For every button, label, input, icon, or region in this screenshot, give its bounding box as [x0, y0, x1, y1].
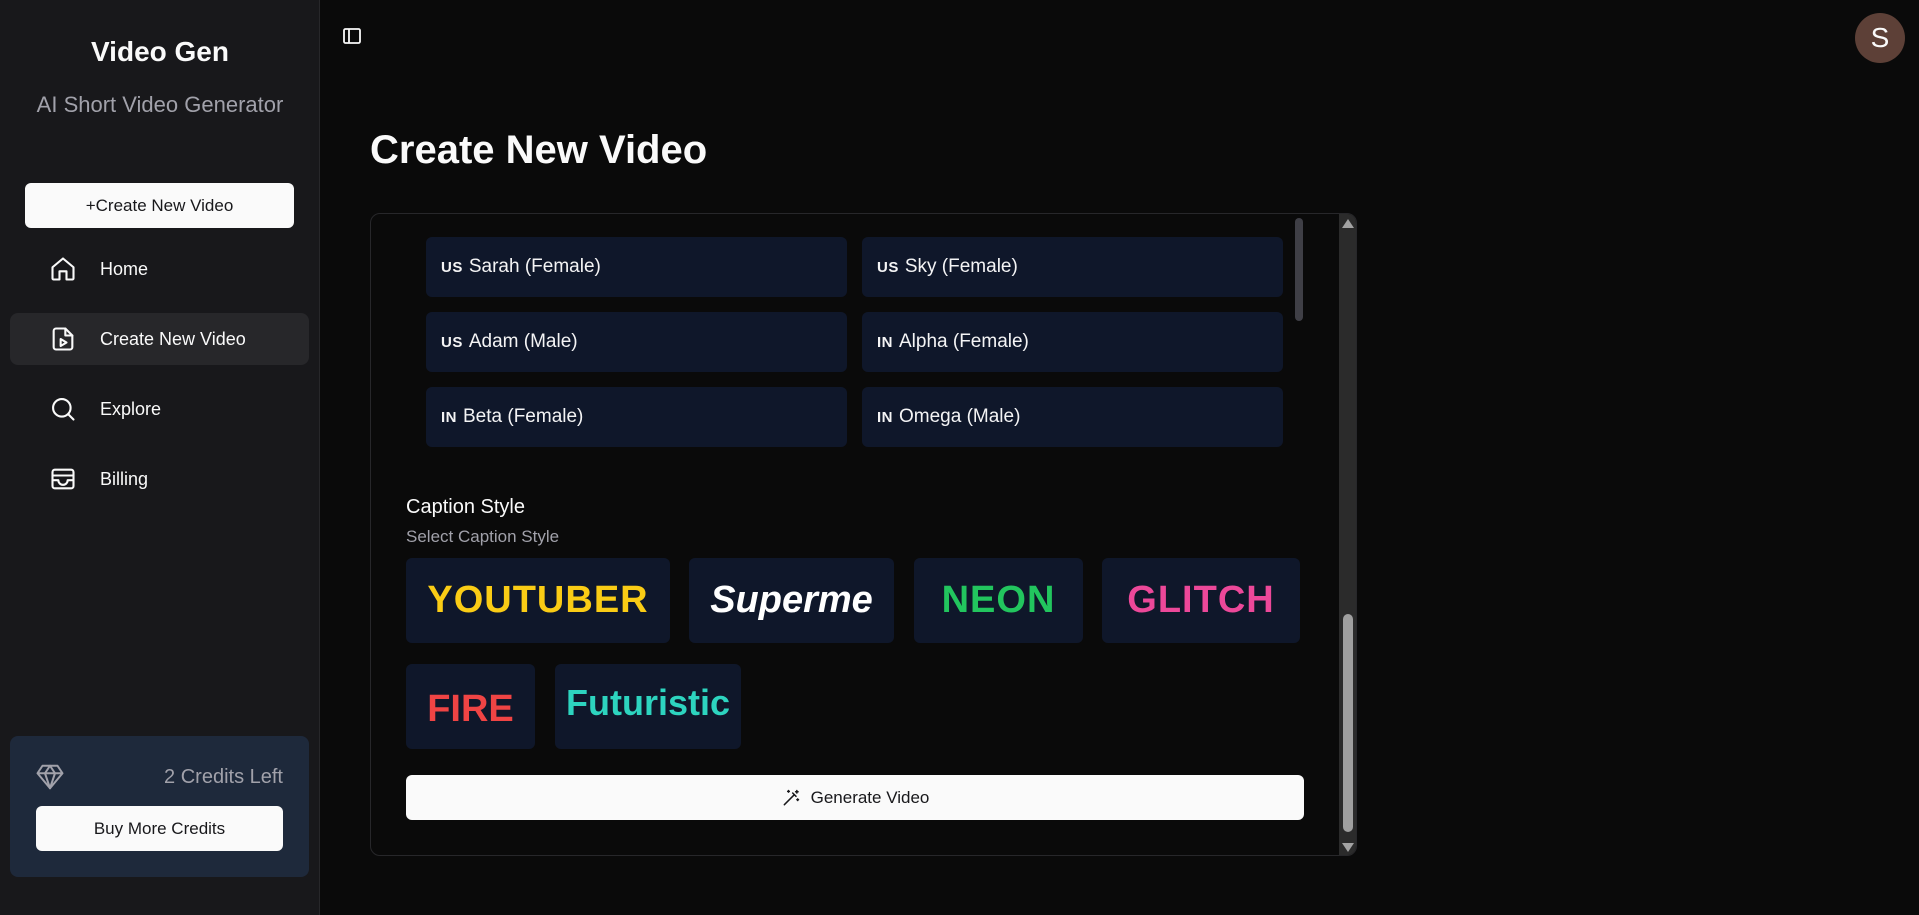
- avatar[interactable]: S: [1855, 13, 1905, 63]
- brand-subtitle: AI Short Video Generator: [36, 92, 284, 117]
- voice-label: Sarah (Female): [468, 256, 601, 277]
- voice-option[interactable]: IN Alpha (Female): [862, 312, 1283, 372]
- voice-label: Adam (Male): [468, 331, 578, 352]
- voice-label: Sky (Female): [904, 256, 1018, 277]
- gem-icon: [35, 762, 65, 792]
- generate-video-label: Generate Video: [810, 787, 930, 807]
- sidebar-nav: Home Create New Video Explore Billing: [10, 243, 309, 523]
- caption-style-fire[interactable]: FIRE: [406, 664, 535, 749]
- create-video-form: US Sarah (Female) US Sky (Female) US Ada…: [370, 213, 1357, 856]
- magic-wand-icon: [783, 789, 799, 805]
- voice-option[interactable]: IN Omega (Male): [862, 387, 1283, 447]
- buy-more-credits-button[interactable]: Buy More Credits: [36, 806, 283, 851]
- caption-style-title: Caption Style: [406, 496, 525, 518]
- sidebar-item-label: Home: [100, 258, 149, 279]
- file-video-icon: [48, 324, 78, 354]
- scrollbar-thumb[interactable]: [1343, 614, 1353, 832]
- credits-left-text: 2 Credits Left: [164, 766, 283, 788]
- caption-style-superme[interactable]: Superme: [689, 558, 894, 643]
- caption-style-subtitle: Select Caption Style: [406, 527, 560, 546]
- sidebar-item-label: Billing: [100, 468, 149, 489]
- flag-us-icon: US: [441, 258, 463, 276]
- brand-title: Video Gen: [91, 36, 229, 67]
- panel-scrollbar[interactable]: [1339, 214, 1356, 855]
- voice-list: US Sarah (Female) US Sky (Female) US Ada…: [426, 237, 1288, 447]
- voice-list-scrollbar[interactable]: [1295, 218, 1303, 321]
- wallet-icon: [48, 464, 78, 494]
- home-icon: [48, 254, 78, 284]
- credits-card: 2 Credits Left Buy More Credits: [10, 736, 309, 877]
- voice-option[interactable]: US Sky (Female): [862, 237, 1283, 297]
- sidebar-item-explore[interactable]: Explore: [10, 383, 309, 435]
- voice-label: Omega (Male): [899, 406, 1021, 427]
- sidebar-item-home[interactable]: Home: [10, 243, 309, 295]
- scroll-down-icon[interactable]: [1342, 843, 1354, 852]
- sidebar-item-label: Explore: [100, 398, 162, 419]
- scroll-up-icon[interactable]: [1342, 219, 1354, 228]
- voice-option[interactable]: US Sarah (Female): [426, 237, 847, 297]
- flag-us-icon: US: [877, 258, 899, 276]
- create-new-video-button[interactable]: +Create New Video: [25, 183, 294, 228]
- search-icon: [48, 394, 78, 424]
- caption-style-neon[interactable]: NEON: [914, 558, 1083, 643]
- sidebar-item-label: Create New Video: [100, 328, 246, 349]
- sidebar-toggle-icon[interactable]: [340, 24, 366, 50]
- voice-option[interactable]: IN Beta (Female): [426, 387, 847, 447]
- sidebar: Video Gen AI Short Video Generator +Crea…: [0, 0, 320, 915]
- voice-label: Alpha (Female): [899, 331, 1029, 352]
- caption-style-futuristic[interactable]: Futuristic: [555, 664, 741, 749]
- caption-style-youtuber[interactable]: YOUTUBER: [406, 558, 670, 643]
- sidebar-item-billing[interactable]: Billing: [10, 453, 309, 505]
- flag-in-icon: IN: [441, 408, 457, 426]
- sidebar-item-create-new-video[interactable]: Create New Video: [10, 313, 309, 365]
- page-title: Create New Video: [370, 128, 708, 172]
- flag-in-icon: IN: [877, 408, 893, 426]
- flag-in-icon: IN: [877, 333, 893, 351]
- voice-label: Beta (Female): [463, 406, 584, 427]
- generate-video-button[interactable]: Generate Video: [406, 775, 1304, 820]
- caption-style-glitch[interactable]: GLITCH: [1102, 558, 1300, 643]
- flag-us-icon: US: [441, 333, 463, 351]
- voice-option[interactable]: US Adam (Male): [426, 312, 847, 372]
